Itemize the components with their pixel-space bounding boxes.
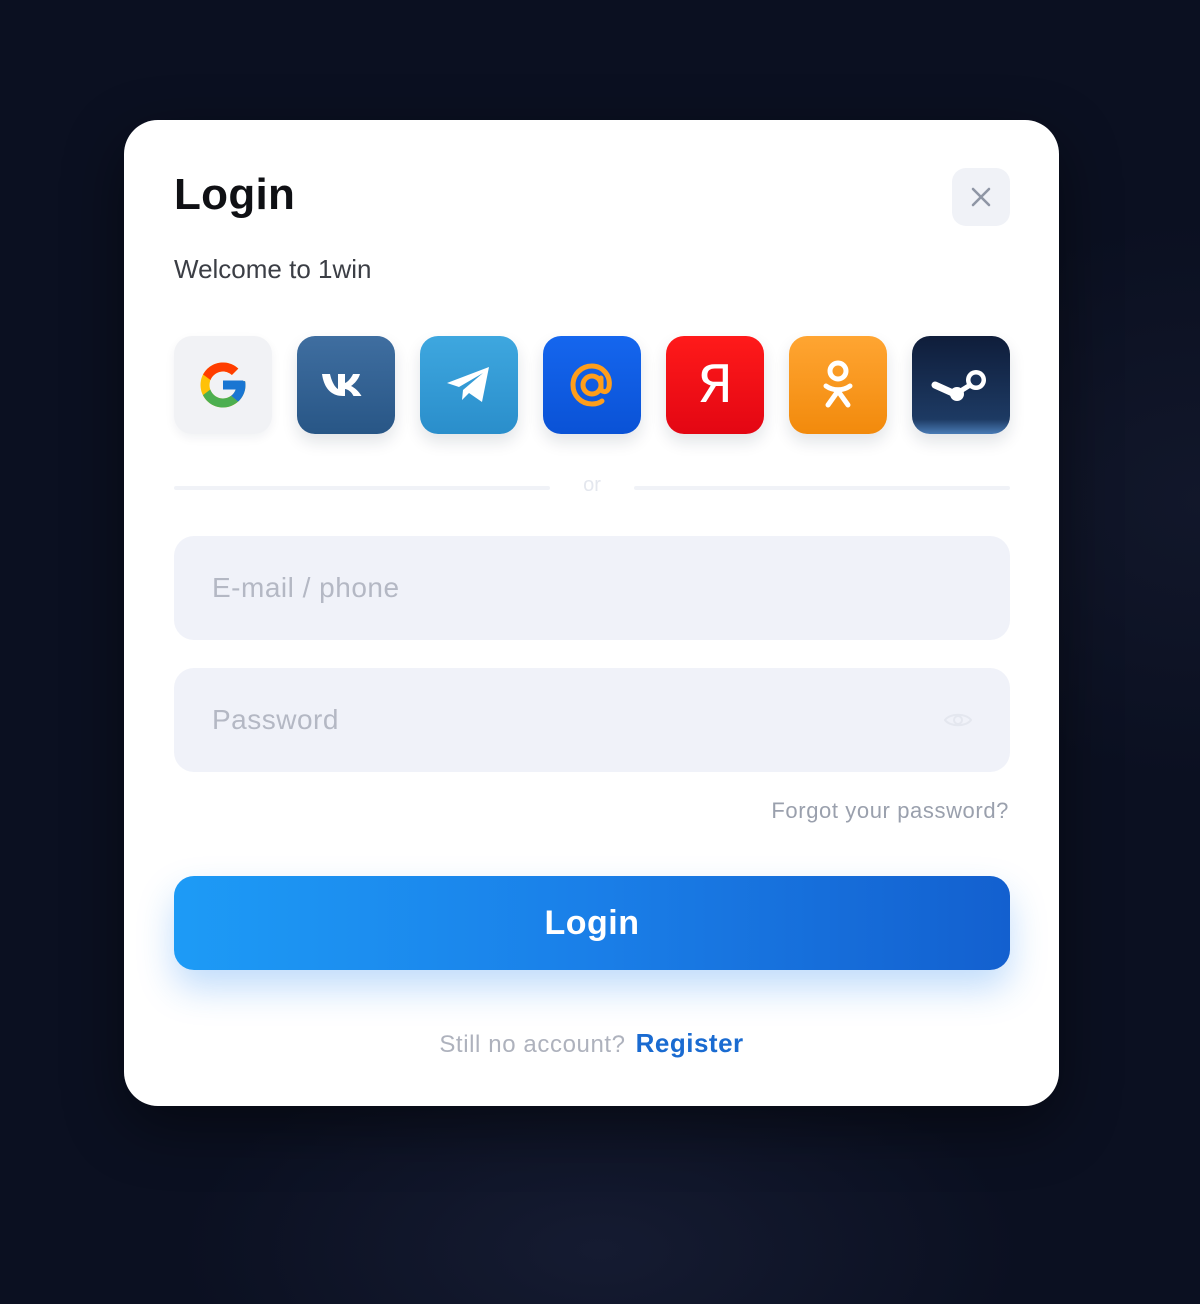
- email-input[interactable]: [210, 571, 974, 605]
- google-login-button[interactable]: [174, 336, 272, 434]
- email-field-container: [174, 536, 1010, 640]
- password-field-container: [174, 668, 1010, 772]
- password-input[interactable]: [210, 703, 942, 737]
- close-button[interactable]: [952, 168, 1010, 226]
- login-modal: Login Welcome to 1win Я or E-mail / phon…: [124, 120, 1059, 1106]
- close-icon: [971, 187, 991, 207]
- or-divider: or: [174, 474, 1010, 496]
- odnoklassniki-login-button[interactable]: [789, 336, 887, 434]
- password-visibility-toggle[interactable]: [942, 708, 974, 732]
- yandex-icon: Я: [696, 355, 734, 415]
- modal-title: Login: [174, 170, 296, 219]
- modal-subtitle: Welcome to 1win: [174, 254, 372, 284]
- telegram-icon: [447, 367, 489, 402]
- steam-icon: [931, 370, 986, 401]
- divider-line-left: [174, 486, 550, 490]
- vk-login-button[interactable]: [297, 336, 395, 434]
- yandex-login-button[interactable]: Я: [666, 336, 764, 434]
- mailru-login-button[interactable]: [543, 336, 641, 434]
- mailru-icon: [570, 363, 612, 407]
- social-login-row: Я: [174, 336, 1010, 434]
- eye-icon: [943, 713, 973, 727]
- google-icon: [200, 362, 246, 408]
- register-prompt-text: Still no account?: [439, 1031, 626, 1058]
- login-button[interactable]: Login: [174, 876, 1010, 970]
- vk-icon: [322, 374, 362, 396]
- register-prompt: Still no account? Register: [124, 1028, 1059, 1059]
- divider-line-right: [634, 486, 1010, 490]
- odnoklassniki-icon: [823, 360, 853, 408]
- steam-login-button[interactable]: [912, 336, 1010, 434]
- telegram-login-button[interactable]: [420, 336, 518, 434]
- forgot-password-link[interactable]: Forgot your password?: [771, 798, 1009, 824]
- divider-text: or: [583, 474, 601, 496]
- register-link[interactable]: Register: [636, 1028, 744, 1058]
